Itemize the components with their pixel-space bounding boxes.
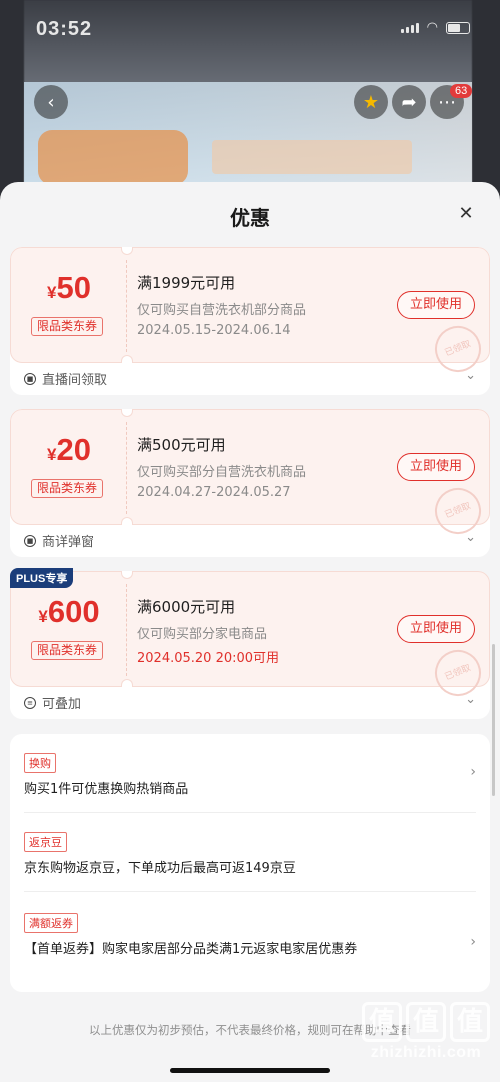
benefit-item-jingdou: 返京豆 京东购物返京豆，下单成功后最高可返149京豆 (10, 831, 490, 878)
coupon-card: PLUS专享 ¥600 限品类东券 满6000元可用 仅可购买部分家电商品 20… (10, 568, 490, 719)
chevron-right-icon[interactable]: › (470, 764, 476, 780)
source-icon: ■ (24, 534, 36, 547)
background-page: 03:52 ◠ ‹ ★ ➦ ⋯ 63 (0, 0, 500, 200)
use-now-button[interactable]: 立即使用 (397, 291, 475, 319)
star-icon[interactable]: ★ (354, 85, 388, 119)
coupon-card: ¥50 限品类东券 满1999元可用 仅可购买自营洗衣机部分商品 2024.05… (10, 247, 490, 395)
scrollbar[interactable] (492, 644, 495, 796)
claimed-stamp: 已领取 (428, 643, 488, 703)
coupon-ticket: ¥20 限品类东券 满500元可用 仅可购买部分自营洗衣机商品 2024.04.… (10, 409, 490, 541)
coupon-condition: 满500元可用 (137, 436, 226, 454)
claimed-stamp: 已领取 (428, 481, 488, 541)
expand-chevron-icon[interactable]: ⌄ (465, 692, 476, 707)
watermark-site: zhizhizhi.com (370, 1044, 482, 1061)
coupon-type-tag: 限品类东券 (31, 479, 103, 498)
benefit-text: 京东购物返京豆，下单成功后最高可返149京豆 (24, 861, 296, 876)
benefits-panel: 换购 购买1件可优惠换购热销商品 › 返京豆 京东购物返京豆，下单成功后最高可返… (10, 734, 490, 992)
benefit-tag: 换购 (24, 753, 56, 773)
chevron-right-icon[interactable]: › (470, 934, 476, 950)
coupon-type-tag: 限品类东券 (31, 641, 103, 660)
benefit-text: 购买1件可优惠换购热销商品 (24, 782, 189, 797)
coupon-ticket: ¥50 限品类东券 满1999元可用 仅可购买自营洗衣机部分商品 2024.05… (10, 247, 490, 379)
benefit-item-exchange[interactable]: 换购 购买1件可优惠换购热销商品 (10, 752, 490, 799)
source-icon: ■ (24, 372, 36, 385)
coupon-type-tag: 限品类东券 (31, 317, 103, 336)
stack-icon: ≡ (24, 696, 36, 709)
use-now-button[interactable]: 立即使用 (397, 453, 475, 481)
notification-badge: 63 (450, 84, 473, 98)
coupon-amount: ¥20 (47, 432, 91, 467)
share-icon[interactable]: ➦ (392, 85, 426, 119)
coupon-amount: ¥600 (38, 594, 100, 629)
benefit-tag: 满额返券 (24, 913, 78, 933)
close-icon[interactable]: ✕ (456, 204, 476, 224)
coupon-scope: 仅可购买部分家电商品 (137, 627, 268, 642)
plus-exclusive-badge: PLUS专享 (10, 568, 74, 588)
coupon-source: ■ 直播间领取 (24, 369, 107, 388)
benefit-tag: 返京豆 (24, 832, 67, 852)
wifi-icon: ◠ (426, 20, 438, 35)
status-icons: ◠ (400, 20, 470, 35)
signal-icon (400, 22, 419, 33)
expand-chevron-icon[interactable]: ⌄ (465, 530, 476, 545)
battery-icon (446, 21, 470, 34)
coupon-validity: 2024.05.20 20:00可用 (137, 651, 280, 666)
sheet-title: 优惠 (230, 206, 270, 230)
benefit-text: 【首单返券】购家电家居部分品类满1元返家电家居优惠券 (24, 942, 358, 957)
home-indicator[interactable] (170, 1068, 330, 1073)
coupon-condition: 满1999元可用 (137, 274, 236, 292)
divider (24, 891, 476, 892)
use-now-button[interactable]: 立即使用 (397, 615, 475, 643)
coupon-scope: 仅可购买部分自营洗衣机商品 (137, 465, 307, 480)
coupon-sheet: 优惠 ✕ ¥50 限品类东券 满1999元可用 仅可购买自营洗衣机部分商品 20… (0, 182, 500, 1082)
coupon-amount: ¥50 (47, 270, 91, 305)
coupon-source: ≡ 可叠加 (24, 693, 81, 712)
watermark-logo: 值值值 (362, 1002, 490, 1042)
coupon-scope: 仅可购买自营洗衣机部分商品 (137, 303, 307, 318)
expand-chevron-icon[interactable]: ⌄ (465, 368, 476, 383)
coupon-validity: 2024.04.27-2024.05.27 (137, 485, 291, 500)
benefit-item-coupon-return[interactable]: 满额返券 【首单返券】购家电家居部分品类满1元返家电家居优惠券 (10, 912, 490, 959)
coupon-condition: 满6000元可用 (137, 598, 236, 616)
coupon-source: ■ 商详弹窗 (24, 531, 94, 550)
coupon-validity: 2024.05.15-2024.06.14 (137, 323, 291, 338)
coupon-ticket: ¥600 限品类东券 满6000元可用 仅可购买部分家电商品 2024.05.2… (10, 571, 490, 703)
background-promo-badge (38, 130, 188, 185)
divider (24, 812, 476, 813)
back-icon[interactable]: ‹ (34, 85, 68, 119)
status-time: 03:52 (36, 18, 93, 40)
coupon-card: ¥20 限品类东券 满500元可用 仅可购买部分自营洗衣机商品 2024.04.… (10, 409, 490, 557)
background-schedule-box (212, 140, 412, 174)
claimed-stamp: 已领取 (428, 319, 488, 379)
watermark: 值值值 zhizhizhi.com (362, 1002, 490, 1062)
